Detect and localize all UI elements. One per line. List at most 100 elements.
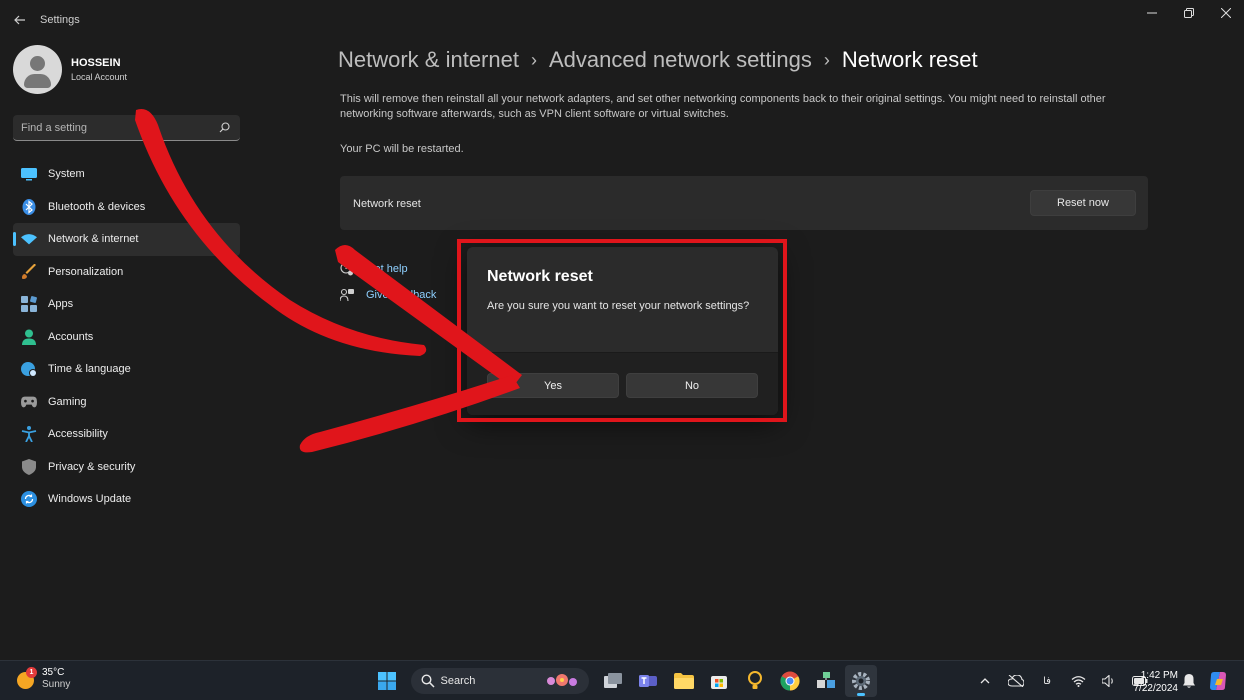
network-reset-dialog: Network reset Are you sure you want to r… [467,247,778,415]
profile-account-type: Local Account [71,72,128,82]
store-button[interactable] [703,665,735,697]
store-icon [711,676,727,689]
windows-logo-icon [378,672,396,690]
apps-icon [21,296,37,313]
title-bar: Settings [0,0,1244,40]
dialog-message: Are you sure you want to reset your netw… [487,300,750,312]
close-button[interactable] [1207,0,1244,26]
sidebar-item-label: System [48,168,85,181]
close-icon [1220,8,1231,18]
weather-temp: 35°C [42,667,65,678]
copilot-icon[interactable] [1208,671,1228,691]
gear-icon [852,672,870,690]
chrome-button[interactable] [774,665,806,697]
sidebar-item-label: Gaming [48,395,87,408]
yes-button[interactable]: Yes [487,373,619,398]
sidebar-item-personalization[interactable]: Personalization [13,256,240,289]
dialog-title: Network reset [487,268,593,285]
sidebar-item-label: Windows Update [48,493,132,506]
chevron-right-icon: › [530,49,537,70]
network-app-icon [816,672,835,688]
minimize-button[interactable] [1133,0,1170,26]
teams-button[interactable] [632,665,664,697]
chevron-right-icon: › [823,49,830,70]
network-app-button[interactable] [810,665,842,697]
lightbulb-icon [747,671,762,689]
taskbar-search-label: Search [440,675,476,687]
restore-icon [1183,8,1194,18]
breadcrumb-advanced-network-settings[interactable]: Advanced network settings [549,47,812,73]
chrome-icon [780,671,800,691]
chevron-up-icon[interactable] [976,672,994,690]
restore-button[interactable] [1170,0,1207,26]
accessibility-icon [21,426,37,443]
no-button[interactable]: No [626,373,758,398]
user-profile[interactable]: HOSSEIN Local Account [13,45,127,94]
taskbar: 1 35°C Sunny Search فا 1:42 PM 7/22/2024 [0,660,1244,700]
sidebar-item-accounts[interactable]: Accounts [13,321,240,354]
sidebar-item-bluetooth-devices[interactable]: Bluetooth & devices [13,191,240,224]
breadcrumb-network-internet[interactable]: Network & internet [338,47,519,73]
dialog-footer: Yes No [467,352,778,415]
sidebar-item-label: Network & internet [48,233,139,246]
language-indicator[interactable]: فا [1038,672,1056,690]
wifi-icon[interactable] [1069,672,1087,690]
cloud-off-icon[interactable] [1007,672,1025,690]
clock-date: 7/22/2024 [1133,683,1179,694]
task-view-button[interactable] [597,665,629,697]
wifi-icon [21,231,37,247]
reset-now-button[interactable]: Reset now [1030,190,1136,216]
taskbar-apps: Search [371,665,881,697]
sidebar-item-apps[interactable]: Apps [13,288,240,321]
app-title: Settings [40,14,80,26]
back-arrow-icon[interactable] [12,12,28,28]
sidebar-item-system[interactable]: System [13,158,240,191]
sidebar-item-label: Time & language [48,363,131,376]
folder-icon [673,673,694,689]
flowers-icon [546,674,577,686]
update-icon [21,491,37,508]
give-feedback-link[interactable]: Give feedback [340,282,436,308]
profile-name: HOSSEIN [71,57,121,69]
search-icon [420,674,435,688]
taskbar-search[interactable]: Search [410,668,589,694]
sidebar-item-network-internet[interactable]: Network & internet [13,223,240,256]
get-help-link[interactable]: Get help [340,256,436,282]
file-explorer-button[interactable] [668,665,700,697]
search-input[interactable] [13,115,213,140]
clock[interactable]: 1:42 PM 7/22/2024 [1128,669,1179,695]
shield-icon [21,458,37,475]
sidebar-item-windows-update[interactable]: Windows Update [13,483,240,516]
weather-widget[interactable]: 1 35°C Sunny [14,667,70,691]
sidebar-item-label: Apps [48,298,74,311]
sidebar-item-label: Accessibility [48,428,108,441]
brush-icon [21,263,37,280]
sidebar-item-accessibility[interactable]: Accessibility [13,418,240,451]
bluetooth-icon [21,198,37,215]
bell-icon[interactable] [1182,673,1196,689]
tips-button[interactable] [739,665,771,697]
network-reset-card: Network reset Reset now [340,176,1148,230]
get-help-label: Get help [366,263,408,275]
sidebar-item-privacy-security[interactable]: Privacy & security [13,451,240,484]
start-button[interactable] [371,665,403,697]
settings-app-button[interactable] [845,665,877,697]
sidebar-item-label: Accounts [48,330,94,343]
sun-icon: 1 [14,667,37,690]
avatar [13,45,62,94]
sidebar-item-gaming[interactable]: Gaming [13,386,240,419]
page-title: Network reset [841,47,978,72]
window-controls [1133,0,1244,26]
minimize-icon [1146,12,1157,14]
sidebar-nav: System Bluetooth & devices Network & int… [13,158,240,516]
person-icon [21,329,37,345]
clock-time: 1:42 PM [1140,670,1178,681]
network-reset-label: Network reset [353,198,421,210]
task-view-icon [603,673,622,688]
settings-search [13,115,240,141]
volume-icon[interactable] [1100,672,1118,690]
globe-clock-icon [21,361,37,378]
reset-description: This will remove then reinstall all your… [340,93,1106,120]
sidebar-item-time-language[interactable]: Time & language [13,353,240,386]
search-icon[interactable] [219,122,230,133]
